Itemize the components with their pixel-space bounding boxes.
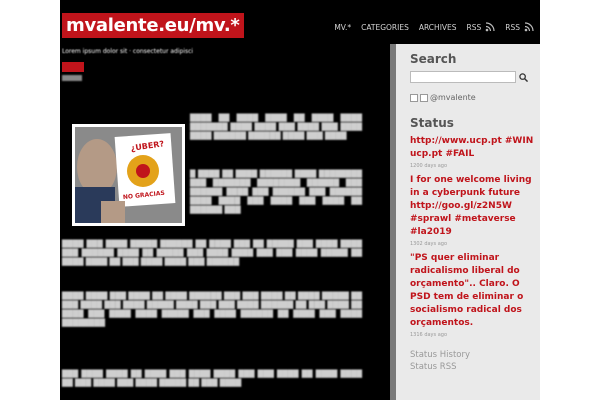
- nav-item-label: MV.*: [334, 22, 352, 32]
- post-photo[interactable]: ¿UBER? NO GRACIAS: [72, 124, 185, 226]
- status-item: "PS quer eliminar radicalismo liberal do…: [410, 252, 538, 338]
- top-nav: MV.* CATEGORIES ARCHIVES RSS RSS: [334, 22, 534, 32]
- rss-icon: [485, 22, 495, 32]
- status-item: http://www.ucp.pt #WIN ucp.pt #FAIL 1200…: [410, 135, 538, 169]
- status-history-link[interactable]: Status History: [410, 350, 538, 361]
- status-text[interactable]: I for one welcome living in a cyberpunk …: [410, 174, 538, 239]
- nav-item-label: CATEGORIES: [361, 22, 409, 32]
- sidebar: Search @mvalente Status http://www.ucp.p…: [390, 44, 540, 400]
- search-icon[interactable]: [519, 72, 528, 82]
- status-time: 1302 days ago: [410, 241, 448, 247]
- post-text-paragraph-4: ████ ████ ███ ████ ██ ████ ██████ ███ ██…: [62, 292, 362, 327]
- nav-item-label: ARCHIVES: [418, 22, 457, 32]
- post-date: [62, 75, 82, 81]
- site-header: mvalente.eu/mv.* MV.* CATEGORIES ARCHIVE…: [60, 0, 540, 44]
- status-time: 1200 days ago: [410, 163, 448, 169]
- post-text-paragraph-2: █ ████ ██ ████ ██████ ████ ████████ ███ …: [190, 170, 362, 214]
- nav-item-archives[interactable]: ARCHIVES: [419, 23, 457, 32]
- category-badge[interactable]: [62, 62, 84, 72]
- page-wrapper: mvalente.eu/mv.* MV.* CATEGORIES ARCHIVE…: [60, 0, 540, 400]
- status-time: 1316 days ago: [410, 332, 448, 338]
- nav-item-rss-2[interactable]: RSS: [505, 22, 534, 32]
- nav-item-mv[interactable]: MV.*: [334, 23, 351, 32]
- post-meta: Lorem ipsum dolor sit · consectetur adip…: [62, 48, 194, 55]
- rss-icon: [524, 22, 534, 32]
- nav-item-label: RSS: [505, 22, 520, 32]
- post-text-paragraph-3: ████ ███ ████ █████ ██████ ██ ████ ███ █…: [62, 240, 362, 266]
- search-form: [410, 71, 538, 83]
- status-text[interactable]: http://www.ucp.pt #WIN ucp.pt #FAIL: [410, 135, 538, 161]
- photo-illustration: ¿UBER? NO GRACIAS: [75, 127, 182, 223]
- status-text[interactable]: "PS quer eliminar radicalismo liberal do…: [410, 252, 538, 330]
- status-heading: Status: [410, 116, 454, 130]
- user-label: @mvalente: [430, 93, 476, 102]
- checkbox[interactable]: [410, 93, 418, 102]
- site-logo[interactable]: mvalente.eu/mv.*: [62, 13, 244, 38]
- nav-item-rss[interactable]: RSS: [467, 22, 496, 32]
- main-content: Lorem ipsum dolor sit · consectetur adip…: [60, 44, 390, 400]
- post-text-paragraph-5: ███ ████ ████ ██ ████ ███ ████ ████ ███ …: [62, 370, 362, 387]
- checkbox[interactable]: [420, 93, 428, 102]
- search-heading: Search: [410, 52, 457, 66]
- status-item: I for one welcome living in a cyberpunk …: [410, 174, 538, 247]
- search-input[interactable]: [410, 71, 516, 83]
- nav-item-label: RSS: [466, 22, 482, 32]
- user-checkbox-row: @mvalente: [410, 93, 538, 102]
- nav-item-categories[interactable]: CATEGORIES: [361, 23, 409, 32]
- post-text-paragraph-1: ████ ██ ████ ████ ██ ████ ████ ███████ █…: [190, 114, 362, 140]
- status-rss-link[interactable]: Status RSS: [410, 362, 538, 373]
